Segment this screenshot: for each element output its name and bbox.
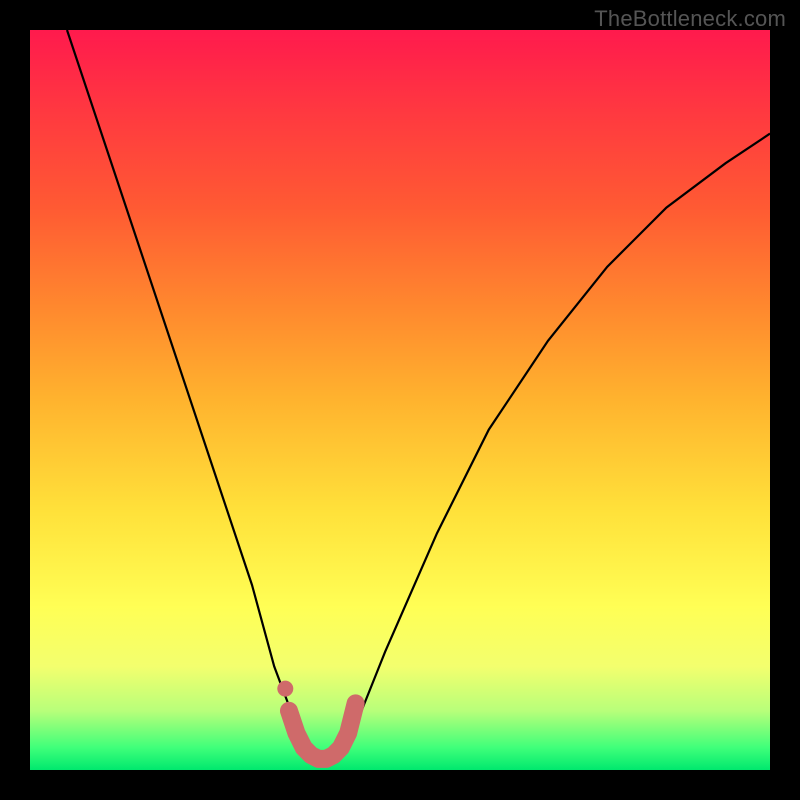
watermark-text: TheBottleneck.com bbox=[594, 6, 786, 32]
chart-svg bbox=[30, 30, 770, 770]
bottleneck-curve bbox=[67, 30, 770, 763]
plot-area bbox=[30, 30, 770, 770]
highlight-dot bbox=[277, 681, 293, 697]
chart-frame: TheBottleneck.com bbox=[0, 0, 800, 800]
highlight-band bbox=[289, 703, 356, 759]
